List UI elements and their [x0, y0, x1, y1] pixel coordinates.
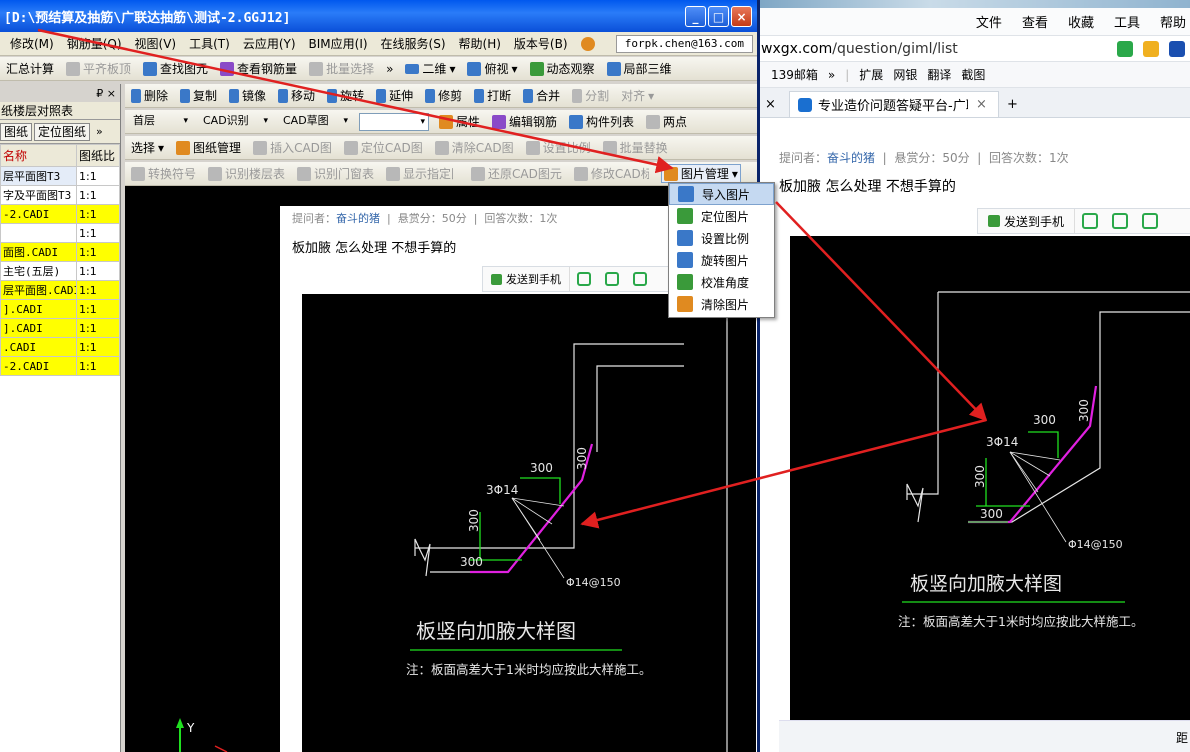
arrow-source-to-canvas — [580, 418, 987, 529]
arrow-title-to-picture-mgmt — [37, 28, 674, 174]
annotation-arrows — [37, 28, 988, 529]
arrow-import-to-source — [775, 201, 988, 422]
